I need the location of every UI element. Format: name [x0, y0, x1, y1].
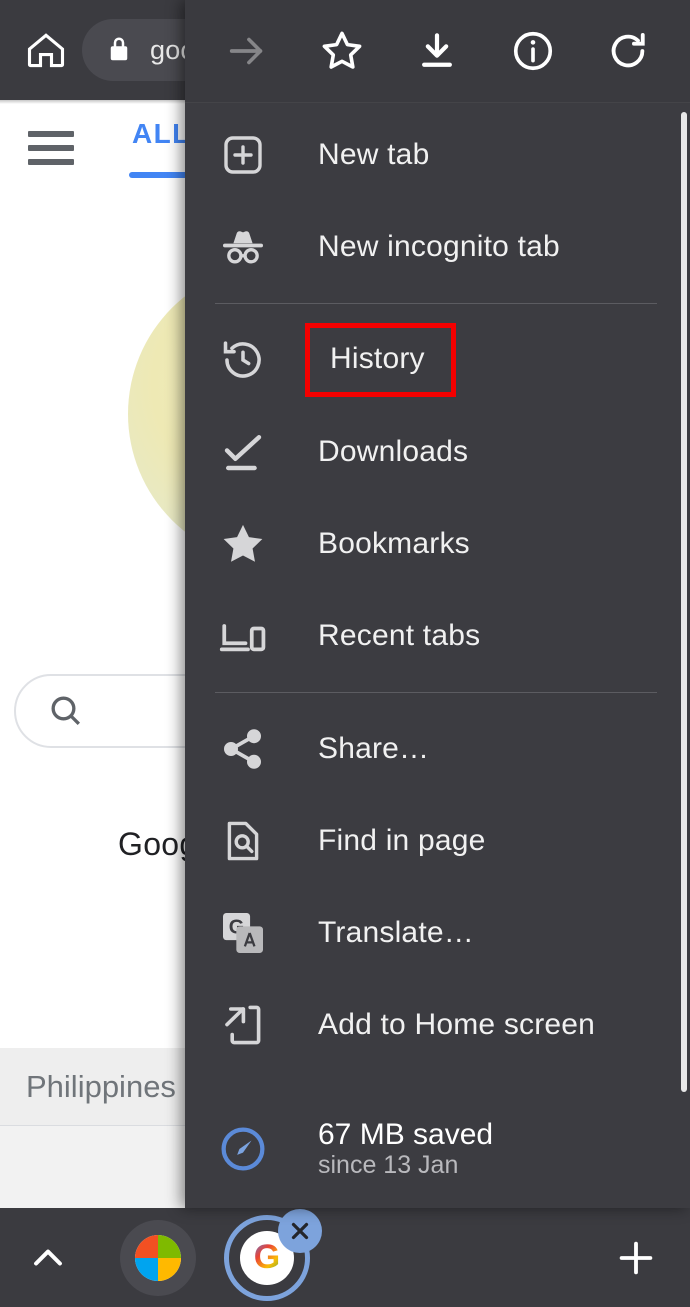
menu-item-bookmarks[interactable]: Bookmarks	[185, 498, 690, 590]
menu-item-label: Downloads	[318, 435, 469, 468]
menu-divider	[215, 303, 657, 304]
translate-icon: G	[215, 905, 271, 961]
menu-item-label: New incognito tab	[318, 230, 560, 263]
lock-icon	[104, 35, 134, 65]
menu-item-find-in-page[interactable]: Find in page	[185, 795, 690, 887]
data-saver-subtitle: since 13 Jan	[318, 1151, 459, 1180]
menu-item-label: Bookmarks	[318, 527, 470, 560]
menu-items-list: New tab New incognito tab History Downlo…	[185, 103, 690, 1163]
history-clock-icon	[215, 332, 271, 388]
home-icon[interactable]	[22, 26, 70, 74]
close-x-icon[interactable]	[278, 1208, 322, 1253]
data-saver-title: 67 MB saved	[318, 1117, 494, 1151]
menu-item-label: History	[305, 323, 456, 397]
menu-item-label: Recent tabs	[318, 619, 481, 652]
hamburger-menu-icon[interactable]	[28, 131, 74, 165]
search-icon	[51, 696, 81, 726]
menu-item-label: New tab	[318, 138, 430, 171]
add-to-home-screen-icon	[215, 997, 271, 1053]
menu-item-add-to-home-screen[interactable]: Add to Home screen	[185, 979, 690, 1071]
country-label: Philippines	[26, 1068, 176, 1104]
downloads-check-icon	[215, 424, 271, 480]
menu-item-history[interactable]: History	[185, 314, 690, 406]
menu-item-recent-tabs[interactable]: Recent tabs	[185, 590, 690, 682]
find-in-page-icon	[215, 813, 271, 869]
menu-item-new-tab[interactable]: New tab	[185, 109, 690, 201]
menu-item-label: Share…	[318, 732, 430, 765]
info-icon[interactable]	[502, 20, 564, 82]
data-saver-gauge-icon	[215, 1121, 271, 1177]
menu-item-new-incognito-tab[interactable]: New incognito tab	[185, 201, 690, 293]
menu-item-downloads[interactable]: Downloads	[185, 406, 690, 498]
plus-icon[interactable]	[606, 1228, 666, 1288]
tab-all[interactable]: ALL	[129, 118, 194, 178]
recent-tabs-icon	[215, 608, 271, 664]
browser-overflow-menu: New tab New incognito tab History Downlo…	[185, 0, 690, 1208]
bookmarks-star-icon	[215, 516, 271, 572]
forward-arrow-icon[interactable]	[216, 20, 278, 82]
menu-item-translate[interactable]: G Translate…	[185, 887, 690, 979]
reload-icon[interactable]	[597, 20, 659, 82]
tab-strip: G	[0, 1208, 690, 1307]
new-tab-icon	[215, 127, 271, 183]
chevron-up-icon[interactable]	[18, 1228, 78, 1288]
menu-item-label: Add to Home screen	[318, 1008, 596, 1041]
data-saver-text: 67 MB saved since 13 Jan	[318, 1118, 493, 1181]
download-icon[interactable]	[406, 20, 468, 82]
data-saver-row[interactable]: 67 MB saved since 13 Jan	[185, 1090, 690, 1208]
incognito-icon	[215, 219, 271, 275]
google-tab[interactable]: G	[224, 1208, 322, 1301]
menu-item-label: Translate…	[318, 916, 474, 949]
microsoft-logo-icon	[135, 1234, 181, 1281]
menu-item-share[interactable]: Share…	[185, 703, 690, 795]
menu-quick-actions-toolbar	[185, 0, 690, 103]
microsoft-tab[interactable]	[120, 1219, 196, 1296]
share-icon	[215, 721, 271, 777]
menu-divider	[215, 692, 657, 693]
menu-item-label: Find in page	[318, 824, 486, 857]
menu-scrollbar[interactable]	[681, 112, 687, 1092]
star-icon[interactable]	[311, 20, 373, 82]
